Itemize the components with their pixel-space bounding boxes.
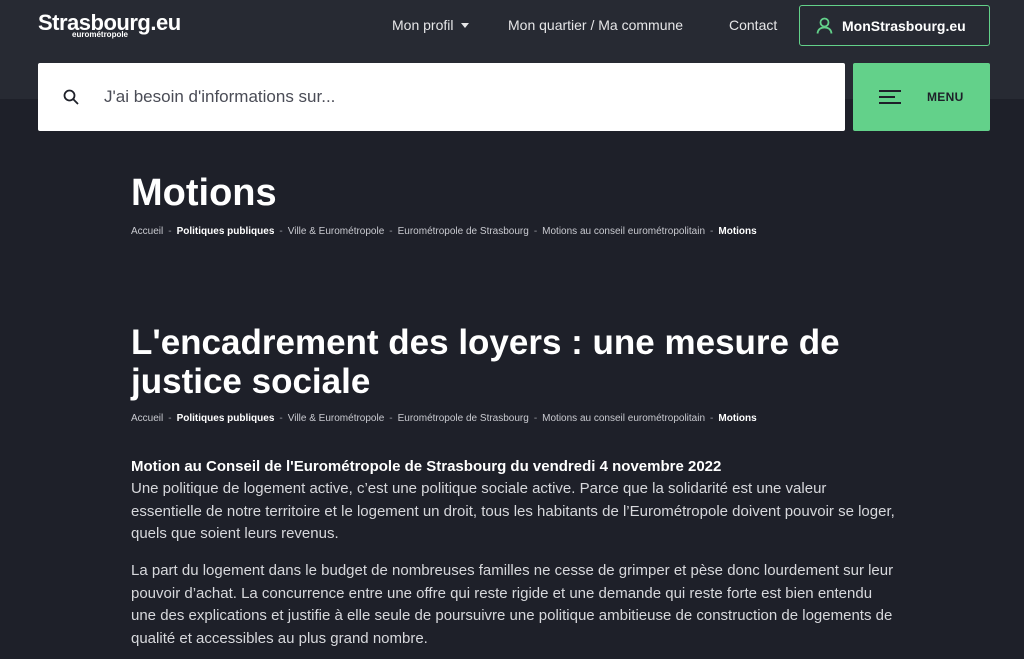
nav-contact[interactable]: Contact: [729, 17, 777, 35]
breadcrumb-item-motions-conseil[interactable]: Motions au conseil eurométropolitain: [542, 226, 705, 237]
breadcrumb-item-ville-eurometropole[interactable]: Ville & Eurométropole: [288, 226, 385, 237]
nav-mon-quartier[interactable]: Mon quartier / Ma commune: [508, 17, 683, 35]
page-title: Motions: [131, 172, 277, 214]
breadcrumb: Accueil - Politiques publiques - Ville & Eur…: [131, 226, 757, 237]
breadcrumb-item-accueil[interactable]: Accueil: [131, 226, 163, 237]
breadcrumb-item-eurometropole-strasbourg[interactable]: Eurométropole de Strasbourg: [398, 226, 529, 237]
search-input[interactable]: [104, 81, 804, 113]
breadcrumb-separator: -: [533, 226, 538, 237]
breadcrumb-separator: -: [533, 413, 538, 424]
breadcrumb-item-ville-eurometropole[interactable]: Ville & Eurométropole: [288, 413, 385, 424]
article-title: L'encadrement des loyers : une mesure de…: [131, 323, 840, 401]
breadcrumb-separator: -: [279, 226, 283, 237]
search-icon[interactable]: [63, 89, 79, 105]
strasbourg-logo[interactable]: Strasbourg.eu eurométropole: [38, 11, 181, 40]
breadcrumb-separator: -: [710, 413, 714, 424]
breadcrumb-item-accueil[interactable]: Accueil: [131, 413, 163, 424]
breadcrumb-item-eurometropole-strasbourg[interactable]: Eurométropole de Strasbourg: [398, 413, 529, 424]
article-breadcrumb: Accueil - Politiques publiques - Ville & Eur…: [131, 413, 757, 424]
breadcrumb-separator: -: [710, 226, 714, 237]
breadcrumb-separator: -: [279, 413, 283, 424]
monstrasbourg-account-button[interactable]: MonStrasbourg.eu: [799, 5, 990, 46]
user-icon: [816, 17, 833, 34]
search-bar: [38, 63, 845, 131]
hamburger-icon: [879, 90, 901, 104]
breadcrumb-item-motions: Motions: [718, 413, 757, 424]
chevron-down-icon: [461, 23, 470, 28]
breadcrumb-item-motions: Motions: [718, 226, 757, 237]
nav-mon-profil-label: Mon profil: [392, 17, 454, 33]
breadcrumb-separator: -: [168, 226, 172, 237]
logo-sub-text: eurométropole: [72, 30, 129, 39]
breadcrumb-separator: -: [389, 413, 393, 424]
breadcrumb-item-politiques-publiques[interactable]: Politiques publiques: [177, 413, 275, 424]
article-paragraph: Une politique de logement active, c’est …: [131, 480, 895, 543]
article-paragraph: La part du logement dans le budget de no…: [131, 562, 894, 647]
breadcrumb-separator: -: [168, 413, 172, 424]
nav-mon-profil[interactable]: Mon profil: [392, 17, 470, 35]
breadcrumb-separator: -: [389, 226, 393, 237]
menu-button[interactable]: MENU: [853, 63, 990, 131]
menu-label: MENU: [927, 90, 964, 104]
breadcrumb-item-motions-conseil[interactable]: Motions au conseil eurométropolitain: [542, 413, 705, 424]
motion-heading: Motion au Conseil de l'Eurométropole de …: [131, 458, 722, 475]
breadcrumb-item-politiques-publiques[interactable]: Politiques publiques: [177, 226, 275, 237]
account-button-label: MonStrasbourg.eu: [842, 17, 966, 34]
